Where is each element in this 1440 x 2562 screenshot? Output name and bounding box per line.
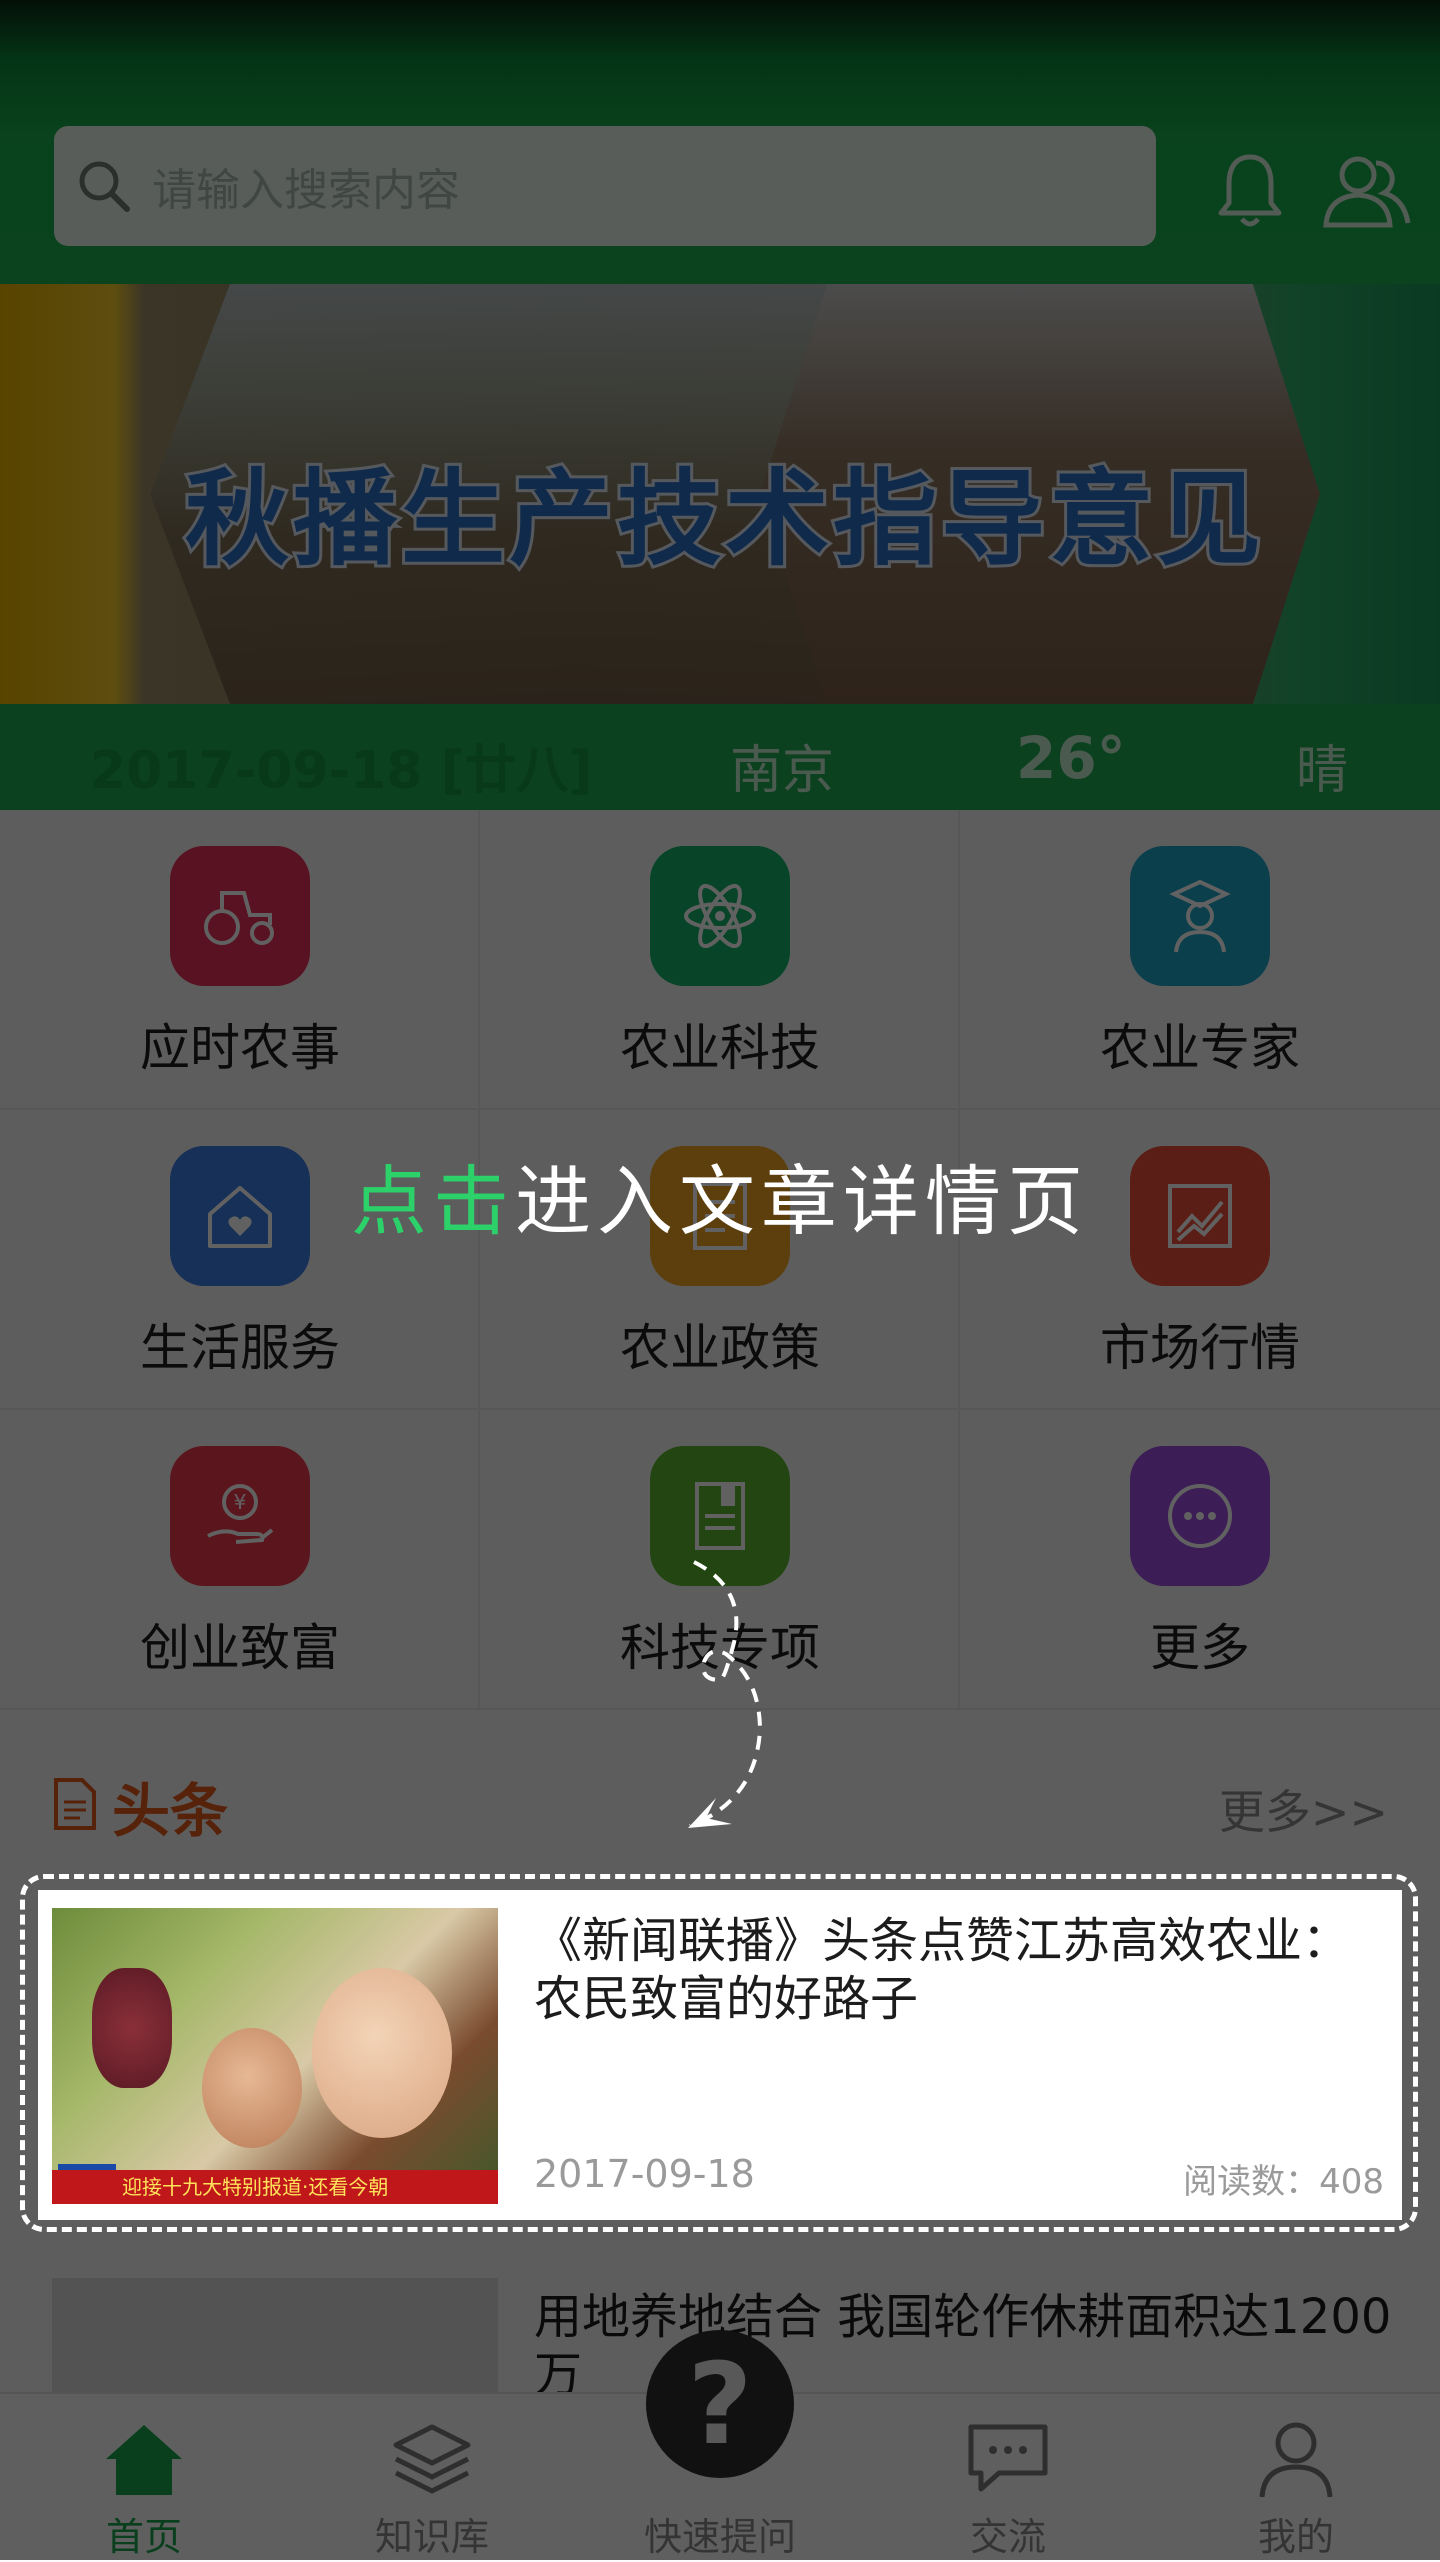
nav-label: 快速提问: [643, 2515, 796, 2559]
guide-hint: 点击进入文章详情页: [0, 1140, 1440, 1250]
app-header: 请输入搜索内容: [0, 0, 1440, 284]
grid-item-label: 农业政策: [620, 1319, 820, 1377]
nav-label: 我的: [1257, 2515, 1334, 2559]
weather-bar: 2017-09-18 [廿八] 南京 26° 晴: [0, 704, 1440, 810]
weather-temperature: 26°: [1016, 724, 1126, 792]
search-placeholder: 请输入搜索内容: [152, 165, 460, 216]
money-hand-icon: ¥: [170, 1446, 310, 1586]
home-page: 请输入搜索内容 秋播生产技术指导意见 2017-09-18 [廿八] 南京 26…: [0, 0, 1440, 2562]
search-bar[interactable]: 请输入搜索内容: [54, 126, 1156, 246]
grid-item-label: 创业致富: [140, 1619, 340, 1677]
chat-icon: [958, 2414, 1058, 2504]
weather-condition: 晴: [1296, 741, 1349, 801]
banner-carousel[interactable]: 秋播生产技术指导意见: [0, 284, 1440, 704]
question-icon[interactable]: ?: [646, 2330, 794, 2478]
grid-item-experts[interactable]: 农业专家: [960, 810, 1440, 1110]
banner-title: 秋播生产技术指导意见: [182, 455, 1265, 583]
guide-hint-highlight: 点击: [351, 1157, 515, 1246]
grid-item-label: 农业专家: [1100, 1019, 1300, 1077]
grid-item-farm-events[interactable]: 应时农事: [0, 810, 480, 1110]
nav-label: 交流: [969, 2515, 1046, 2559]
grid-item-entrepreneurship[interactable]: ¥ 创业致富: [0, 1410, 480, 1710]
expert-icon: [1130, 846, 1270, 986]
home-icon: [94, 2414, 194, 2504]
grid-item-label: 应时农事: [140, 1019, 340, 1077]
search-icon: [76, 158, 132, 214]
atom-icon: [650, 846, 790, 986]
more-dots-icon: [1130, 1446, 1270, 1586]
nav-item-chat[interactable]: 交流: [864, 2394, 1152, 2562]
nav-item-knowledge[interactable]: 知识库: [288, 2394, 576, 2562]
nav-item-mine[interactable]: 我的: [1152, 2394, 1440, 2562]
person-icon: [1246, 2414, 1346, 2504]
guide-hint-text: 进入文章详情页: [515, 1157, 1089, 1246]
grid-item-label: 农业科技: [620, 1019, 820, 1077]
grid-item-label: 更多: [1150, 1619, 1250, 1677]
guide-arrow-icon: [688, 1560, 763, 1828]
highlight-outline: [20, 1874, 1418, 2232]
news-thumbnail: [52, 2278, 498, 2392]
weather-date: 2017-09-18 [廿八]: [90, 741, 593, 801]
users-icon[interactable]: [1316, 146, 1416, 236]
headlines-title: 头条: [112, 1777, 229, 1845]
nav-label: 首页: [105, 2515, 182, 2559]
weather-city: 南京: [730, 741, 835, 801]
grid-item-label: 市场行情: [1100, 1319, 1300, 1377]
document-icon: [50, 1776, 100, 1836]
bell-icon[interactable]: [1200, 146, 1300, 236]
grid-item-more[interactable]: 更多: [960, 1410, 1440, 1710]
svg-text:¥: ¥: [234, 1490, 247, 1514]
grid-item-label: 生活服务: [140, 1319, 340, 1377]
headlines-more-link[interactable]: 更多>>: [1219, 1776, 1388, 1842]
nav-item-home[interactable]: 首页: [0, 2394, 288, 2562]
layers-icon: [382, 2414, 482, 2504]
grid-item-agri-tech[interactable]: 农业科技: [480, 810, 960, 1110]
tractor-icon: [170, 846, 310, 986]
nav-label: 知识库: [374, 2515, 489, 2559]
